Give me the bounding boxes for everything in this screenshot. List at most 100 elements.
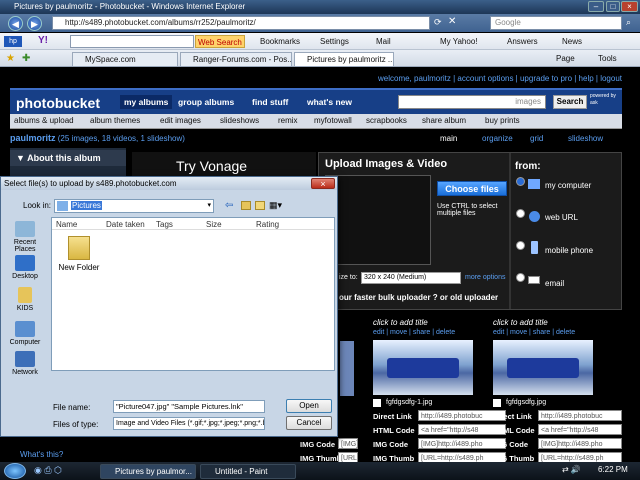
pb-search-input[interactable]: images — [398, 95, 546, 109]
whats-this-link[interactable]: What's this? — [20, 450, 63, 459]
forward-button[interactable]: ▶ — [27, 16, 42, 31]
source-web-url[interactable]: web URL — [545, 213, 578, 222]
view-slideshow[interactable]: slideshow — [568, 134, 603, 143]
open-button[interactable]: Open — [286, 399, 332, 413]
place-network[interactable]: Network — [3, 351, 47, 376]
img-code-field[interactable]: [IMG]http://i489.pho — [538, 438, 622, 449]
page-menu[interactable]: Page — [556, 52, 575, 65]
nav-find-stuff[interactable]: find stuff — [252, 97, 288, 107]
more-options-link[interactable]: more options — [465, 274, 505, 281]
pb-search-button[interactable]: Search — [553, 95, 587, 109]
my-yahoo-button[interactable]: My Yahoo! — [440, 35, 478, 48]
nav-whats-new[interactable]: what's new — [307, 97, 352, 107]
username[interactable]: paulmoritz — [10, 133, 56, 143]
resize-select[interactable]: 320 x 240 (Medium) — [361, 272, 461, 284]
maximize-button[interactable]: □ — [606, 1, 620, 12]
place-computer[interactable]: Computer — [3, 321, 47, 346]
subnav-album-themes[interactable]: album themes — [90, 116, 140, 125]
close-window-button[interactable]: × — [621, 1, 638, 12]
view-grid[interactable]: grid — [530, 134, 543, 143]
image-actions[interactable]: edit | move | share | delete — [373, 329, 455, 336]
up-folder-icon[interactable] — [241, 201, 251, 210]
views-menu-icon[interactable]: ▦▾ — [269, 200, 282, 211]
column-name[interactable]: Name — [56, 220, 77, 229]
column-size[interactable]: Size — [206, 220, 222, 229]
tray-icons[interactable]: ⇄ 🔊 — [562, 465, 581, 474]
place-desktop[interactable]: Desktop — [3, 255, 47, 280]
news-button[interactable]: News — [562, 35, 582, 48]
stop-icon[interactable]: ✕ — [448, 16, 456, 27]
view-main[interactable]: main — [440, 134, 457, 143]
subnav-slideshows[interactable]: slideshows — [220, 116, 259, 125]
tools-menu[interactable]: Tools — [598, 52, 617, 65]
clock[interactable]: 6:22 PM — [598, 465, 628, 474]
task-ie[interactable]: Pictures by paulmor... — [100, 464, 196, 479]
bulk-uploader-text[interactable]: our faster bulk uploader ? or old upload… — [339, 293, 498, 302]
file-name-input[interactable]: "Picture047.jpg" "Sample Pictures.lnk" — [113, 400, 265, 413]
nav-my-albums[interactable]: my albums — [120, 95, 173, 109]
subnav-remix[interactable]: remix — [278, 116, 298, 125]
subnav-myfotowall[interactable]: myfotowall — [314, 116, 352, 125]
image-thumbnail[interactable] — [493, 340, 593, 395]
refresh-icon[interactable]: ⟳ — [434, 17, 442, 28]
task-paint[interactable]: Untitled - Paint — [200, 464, 296, 479]
list-item[interactable]: New Folder — [56, 236, 102, 272]
add-title-link[interactable]: click to add title — [493, 318, 548, 327]
subnav-buy-prints[interactable]: buy prints — [485, 116, 520, 125]
radio-web-url[interactable] — [516, 209, 525, 218]
column-date-taken[interactable]: Date taken — [106, 220, 145, 229]
favorites-star-icon[interactable]: ★ — [6, 53, 15, 64]
add-title-link[interactable]: click to add title — [373, 318, 428, 327]
photobucket-logo[interactable]: photobucket — [16, 95, 100, 111]
dialog-close-button[interactable]: × — [311, 178, 335, 189]
nav-group-albums[interactable]: group albums — [178, 97, 234, 107]
image-actions[interactable]: edit | move | share | delete — [493, 329, 575, 336]
back-button[interactable]: ◀ — [8, 16, 23, 31]
column-rating[interactable]: Rating — [256, 220, 279, 229]
source-email[interactable]: email — [545, 279, 564, 288]
place-kids[interactable]: KIDS — [3, 287, 47, 312]
radio-mobile-phone[interactable] — [516, 241, 525, 250]
source-my-computer[interactable]: my computer — [545, 181, 591, 190]
image-checkbox[interactable] — [493, 399, 501, 407]
yahoo-icon[interactable]: Y! — [38, 35, 64, 48]
vonage-ad[interactable]: Try Vonage — [132, 152, 316, 176]
back-arrow-icon[interactable]: ⇦ — [225, 200, 233, 211]
html-code-field[interactable]: <a href="http://s48 — [538, 424, 622, 435]
place-recent[interactable]: Recent Places — [3, 221, 47, 253]
direct-link-field[interactable]: http://i489.photobuc — [538, 410, 622, 421]
subnav-edit-images[interactable]: edit images — [160, 116, 201, 125]
source-mobile-phone[interactable]: mobile phone — [545, 246, 593, 255]
new-folder-icon[interactable] — [255, 201, 265, 210]
album-stats[interactable]: (25 images, 18 videos, 1 slideshow) — [58, 134, 185, 143]
view-organize[interactable]: organize — [482, 134, 513, 143]
tab-ranger-forums[interactable]: Ranger-Forums.com - Pos... — [180, 52, 292, 66]
file-list[interactable]: Name Date taken Tags Size Rating New Fol… — [51, 217, 335, 371]
tab-photobucket[interactable]: Pictures by paulmoritz ... — [294, 52, 394, 66]
account-links[interactable]: welcome, paulmoritz | account options | … — [10, 74, 622, 84]
web-search-button[interactable]: Web Search — [195, 35, 245, 48]
column-tags[interactable]: Tags — [156, 220, 173, 229]
settings-button[interactable]: Settings — [320, 35, 349, 48]
radio-email[interactable] — [516, 273, 525, 282]
quick-launch-icon[interactable]: ◉ ⎙ ⬡ — [34, 465, 62, 476]
file-type-select[interactable]: Image and Video Files (*.gif;*.jpg;*.jpe… — [113, 417, 265, 430]
subnav-scrapbooks[interactable]: scrapbooks — [366, 116, 407, 125]
search-icon[interactable]: ⌕ — [626, 17, 631, 28]
browser-search-input[interactable]: Google — [490, 16, 622, 30]
subnav-share-album[interactable]: share album — [422, 116, 466, 125]
start-button[interactable] — [4, 463, 26, 479]
url-input[interactable]: http://s489.photobucket.com/albums/rr252… — [52, 16, 430, 30]
img-code-field[interactable]: [IMG]http: — [338, 438, 358, 449]
image-thumbnail[interactable] — [373, 340, 473, 395]
minimize-button[interactable]: – — [588, 1, 604, 12]
add-favorites-icon[interactable]: ✚ — [22, 53, 30, 64]
tab-myspace[interactable]: MySpace.com — [72, 52, 178, 66]
image-checkbox[interactable] — [373, 399, 381, 407]
choose-files-button[interactable]: Choose files — [437, 181, 507, 196]
subnav-albums-upload[interactable]: albums & upload — [14, 116, 74, 125]
radio-my-computer[interactable] — [516, 177, 525, 186]
toolbar-search-input[interactable] — [70, 35, 194, 48]
upload-file-area[interactable] — [325, 175, 431, 265]
bookmarks-button[interactable]: Bookmarks — [260, 35, 300, 48]
